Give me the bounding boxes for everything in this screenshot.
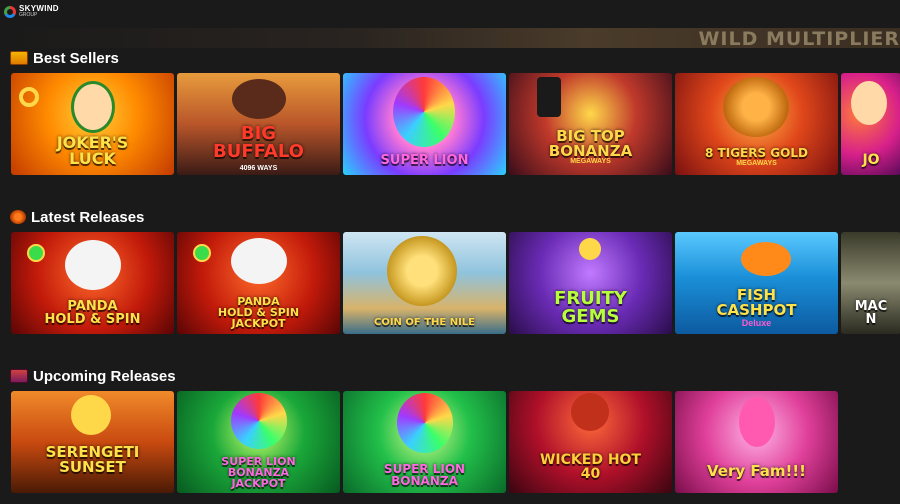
game-title: 8 TIGERS GOLD xyxy=(705,146,808,160)
joker-face-icon xyxy=(71,81,115,133)
section-title-latest-releases: Latest Releases xyxy=(10,208,144,226)
top-bar: SKYWIND GROUP xyxy=(0,0,900,28)
game-title: JOKER'S LUCK xyxy=(56,133,129,168)
game-title: BIG BUFFALO xyxy=(213,123,304,162)
section-title-upcoming-releases: Upcoming Releases xyxy=(10,367,176,385)
game-card-fruity-gems[interactable]: FRUITY GEMS xyxy=(509,232,672,334)
game-card-super-lion[interactable]: SUPER LION xyxy=(343,73,506,175)
gold-coin-icon xyxy=(387,236,457,306)
section-title-text: Best Sellers xyxy=(33,49,119,67)
game-card-coin-of-the-nile[interactable]: COIN OF THE NILE xyxy=(343,232,506,334)
game-title: FRUITY GEMS xyxy=(554,288,627,327)
treasure-chest-icon xyxy=(10,51,28,65)
section-title-best-sellers: Best Sellers xyxy=(10,49,119,67)
gem-icon xyxy=(27,244,45,262)
gem-icon xyxy=(193,244,211,262)
game-title: COIN OF THE NILE xyxy=(373,317,476,328)
hero-banner-text: WILD MULTIPLIER xyxy=(698,28,900,48)
game-title: JO xyxy=(862,152,880,168)
section-title-text: Upcoming Releases xyxy=(33,367,176,385)
game-subtitle: MEGAWAYS xyxy=(570,158,611,165)
game-card-wicked-hot-40[interactable]: WICKED HOT 40 xyxy=(509,391,672,493)
panda-head-icon xyxy=(231,238,287,284)
game-card-fish-cashpot-deluxe[interactable]: FISH CASHPOT Deluxe xyxy=(675,232,838,334)
game-card-big-buffalo[interactable]: BIG BUFFALO 4096 WAYS xyxy=(177,73,340,175)
lion-head-icon xyxy=(393,77,455,147)
buffalo-head-icon xyxy=(232,79,286,119)
game-row-latest-releases: PANDA HOLD & SPIN PANDA HOLD & SPIN JACK… xyxy=(11,232,900,334)
skywind-logo-icon xyxy=(4,5,16,18)
fruit-icon xyxy=(579,238,601,260)
treasure-chest-icon xyxy=(10,369,28,383)
game-title: BIG TOP BONANZA xyxy=(548,127,633,160)
game-title: SERENGETI SUNSET xyxy=(45,443,140,476)
game-row-upcoming-releases: SERENGETI SUNSET SUPER LION BONANZA JACK… xyxy=(11,391,838,493)
game-card-serengeti-sunset[interactable]: SERENGETI SUNSET xyxy=(11,391,174,493)
game-subtitle: MEGAWAYS xyxy=(736,160,777,167)
hero-banner[interactable]: WILD MULTIPLIER xyxy=(0,28,900,48)
fireball-icon xyxy=(10,210,26,224)
game-subtitle: Deluxe xyxy=(741,318,772,328)
game-card-big-top-bonanza[interactable]: BIG TOP BONANZA MEGAWAYS xyxy=(509,73,672,175)
game-title: WICKED HOT 40 xyxy=(539,452,641,482)
game-title: FISH CASHPOT xyxy=(716,286,797,319)
game-card-machine-partial[interactable]: MAC N xyxy=(841,232,900,334)
game-card-panda-hold-and-spin-jackpot[interactable]: PANDA HOLD & SPIN JACKPOT xyxy=(177,232,340,334)
game-title: PANDA HOLD & SPIN JACKPOT xyxy=(217,295,300,330)
joker-face-icon xyxy=(851,81,887,125)
game-card-super-lion-bonanza-jackpot[interactable]: SUPER LION BONANZA JACKPOT xyxy=(177,391,340,493)
game-title: PANDA HOLD & SPIN xyxy=(44,299,141,327)
horseshoe-icon xyxy=(19,87,39,107)
game-card-8-tigers-gold[interactable]: 8 TIGERS GOLD MEGAWAYS xyxy=(675,73,838,175)
panda-head-icon xyxy=(65,240,121,290)
game-card-super-lion-bonanza[interactable]: SUPER LION BONANZA xyxy=(343,391,506,493)
game-subtitle: 4096 WAYS xyxy=(239,165,278,172)
lion-head-icon xyxy=(231,393,287,449)
section-title-text: Latest Releases xyxy=(31,208,145,226)
game-card-very-fam[interactable]: Very Fam!!! xyxy=(675,391,838,493)
game-title: MAC N xyxy=(854,299,888,327)
fish-icon xyxy=(741,242,791,276)
game-title: SUPER LION BONANZA xyxy=(383,462,466,488)
game-title: Very Fam!!! xyxy=(706,462,806,480)
ringmaster-icon xyxy=(537,77,561,117)
flamingo-icon xyxy=(739,397,775,447)
devil-head-icon xyxy=(571,393,609,431)
brand-subtitle: GROUP xyxy=(19,12,38,18)
tiger-head-icon xyxy=(723,77,789,137)
game-title: SUPER LION xyxy=(380,153,469,168)
sun-icon xyxy=(71,395,111,435)
game-row-best-sellers: JOKER'S LUCK BIG BUFFALO 4096 WAYS SUPER… xyxy=(11,73,900,175)
game-card-jokers-luck-partial[interactable]: JO xyxy=(841,73,900,175)
game-title: SUPER LION BONANZA JACKPOT xyxy=(221,455,296,490)
game-card-panda-hold-and-spin[interactable]: PANDA HOLD & SPIN xyxy=(11,232,174,334)
lion-head-icon xyxy=(397,393,453,453)
game-card-jokers-luck[interactable]: JOKER'S LUCK xyxy=(11,73,174,175)
skywind-logo[interactable]: SKYWIND GROUP xyxy=(4,5,59,18)
